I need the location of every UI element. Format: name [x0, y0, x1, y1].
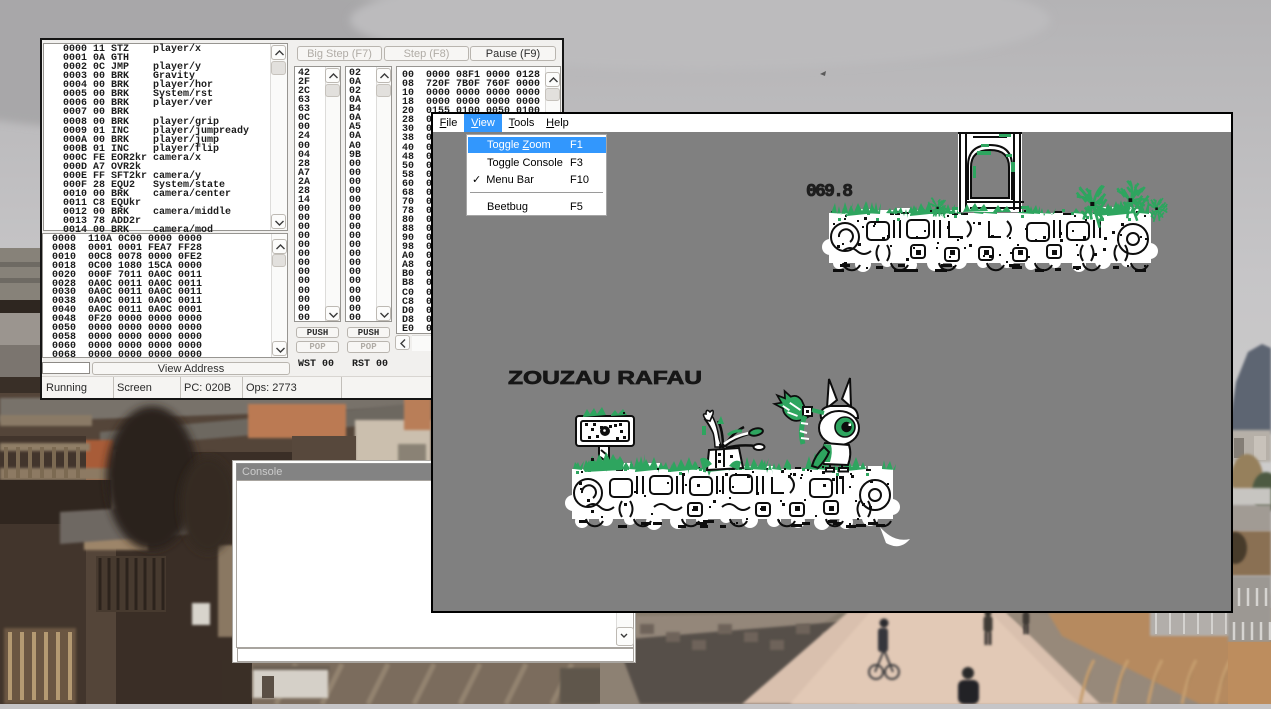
svg-text:069.8: 069.8 [806, 182, 853, 202]
svg-text:ZOUZAU RAFAU: ZOUZAU RAFAU [508, 368, 702, 388]
